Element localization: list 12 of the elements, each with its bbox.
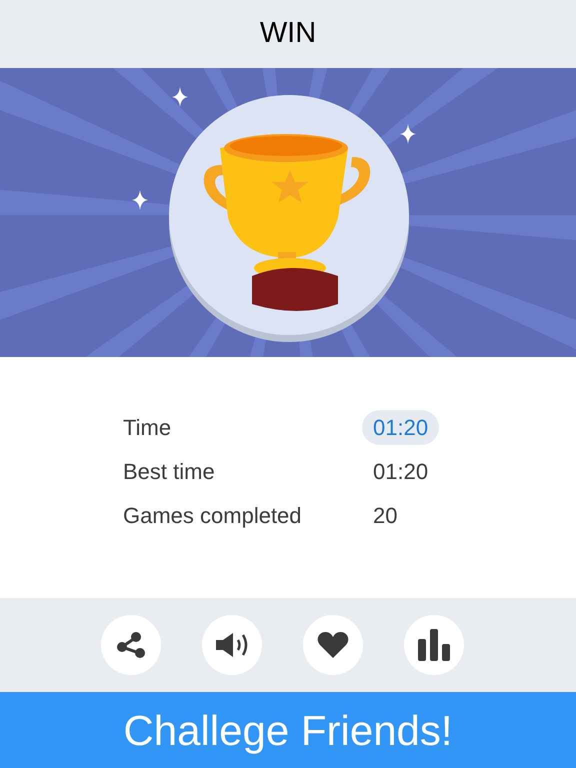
header-title: WIN (260, 16, 316, 52)
stat-label: Time (123, 414, 172, 442)
speaker-icon (214, 631, 250, 659)
stat-value: 01:20 (362, 410, 440, 445)
stat-label: Games completed (123, 502, 303, 530)
heart-icon (316, 631, 348, 659)
challenge-button[interactable]: Challege Friends! (0, 692, 576, 768)
share-icon (114, 631, 146, 659)
stat-label: Best time (123, 458, 216, 486)
stat-value: 01:20 (373, 458, 428, 486)
stat-value: 20 (373, 502, 398, 530)
bar-chart-icon (416, 629, 450, 661)
